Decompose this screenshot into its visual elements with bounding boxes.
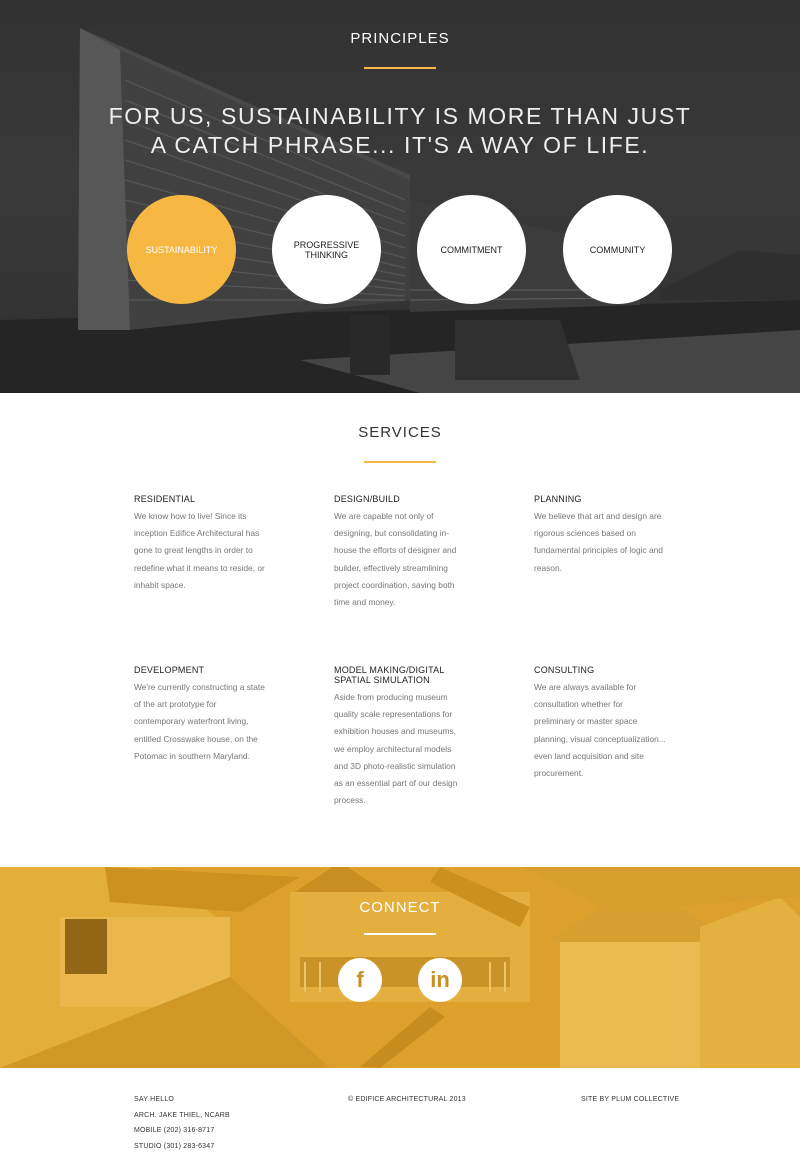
- service-model-making: MODEL MAKING/DIGITAL SPATIAL SIMULATION …: [334, 665, 466, 809]
- service-design-build: DESIGN/BUILD We are capable not only of …: [334, 494, 466, 611]
- connect-section: CONNECT f in: [0, 867, 800, 1068]
- title-underline: [364, 933, 436, 935]
- service-planning: PLANNING We believe that art and design …: [534, 494, 666, 577]
- pill-label: PROGRESSIVE THINKING: [293, 239, 360, 260]
- footer-credit: SITE BY PLUM COLLECTIVE: [581, 1092, 679, 1108]
- principle-pill-community[interactable]: COMMUNITY: [563, 195, 672, 304]
- principle-pill-progressive-thinking[interactable]: PROGRESSIVE THINKING: [272, 195, 381, 304]
- model-photo-background: [0, 867, 800, 1068]
- service-title: DESIGN/BUILD: [334, 494, 400, 504]
- pill-label: COMMUNITY: [589, 244, 646, 255]
- service-description: We are always available for consultation…: [534, 682, 666, 779]
- service-description: We're currently constructing a state of …: [134, 682, 265, 761]
- contact-name: ARCH. JAKE THIEL, NCARB: [134, 1111, 230, 1119]
- tagline-line-1: FOR US, SUSTAINABILITY IS MORE THAN JUST: [108, 103, 692, 129]
- principle-pill-commitment[interactable]: COMMITMENT: [417, 195, 526, 304]
- pill-label: SUSTAINABILITY: [145, 244, 218, 255]
- services-section: SERVICES RESIDENTIAL We know how to live…: [0, 393, 800, 867]
- pill-label: COMMITMENT: [440, 244, 503, 255]
- facebook-icon: f: [356, 967, 364, 992]
- service-title: RESIDENTIAL: [134, 494, 196, 504]
- footer: SAY HELLO ARCH. JAKE THIEL, NCARB MOBILE…: [0, 1068, 800, 1169]
- service-title: PLANNING: [534, 494, 582, 504]
- linkedin-link[interactable]: in: [418, 958, 462, 1002]
- footer-copyright: © EDIFICE ARCHITECTURAL 2013: [348, 1092, 466, 1108]
- principles-title: PRINCIPLES: [350, 30, 450, 47]
- footer-contact: SAY HELLO ARCH. JAKE THIEL, NCARB MOBILE…: [134, 1092, 230, 1154]
- principles-section: PRINCIPLES FOR US, SUSTAINABILITY IS MOR…: [0, 0, 800, 393]
- service-description: Aside from producing museum quality scal…: [334, 692, 458, 806]
- facebook-link[interactable]: f: [338, 958, 382, 1002]
- say-hello-heading: SAY HELLO: [134, 1096, 175, 1103]
- connect-title: CONNECT: [359, 899, 441, 916]
- service-title: MODEL MAKING/DIGITAL SPATIAL SIMULATION: [334, 665, 445, 685]
- studio-phone[interactable]: STUDIO (301) 283-6347: [134, 1139, 230, 1155]
- tagline-line-2: A CATCH PHRASE... IT'S A WAY OF LIFE.: [150, 132, 650, 158]
- service-title: CONSULTING: [534, 665, 595, 675]
- building-photo-background: [0, 0, 800, 393]
- principles-tagline: FOR US, SUSTAINABILITY IS MORE THAN JUST…: [0, 102, 800, 160]
- copyright-text: © EDIFICE ARCHITECTURAL 2013: [348, 1096, 466, 1103]
- services-title: SERVICES: [358, 424, 442, 441]
- service-title: DEVELOPMENT: [134, 665, 205, 675]
- service-development: DEVELOPMENT We're currently constructing…: [134, 665, 266, 765]
- service-description: We believe that art and design are rigor…: [534, 511, 663, 573]
- principle-pill-sustainability[interactable]: SUSTAINABILITY: [127, 195, 236, 304]
- title-underline: [364, 461, 436, 463]
- linkedin-icon: in: [430, 967, 450, 992]
- service-description: We know how to live! Since its inception…: [134, 511, 265, 590]
- mobile-phone[interactable]: MOBILE (202) 316-8717: [134, 1123, 230, 1139]
- service-consulting: CONSULTING We are always available for c…: [534, 665, 666, 782]
- title-underline: [364, 67, 436, 69]
- site-credit-link[interactable]: SITE BY PLUM COLLECTIVE: [581, 1092, 679, 1108]
- service-description: We are capable not only of designing, bu…: [334, 511, 457, 608]
- service-residential: RESIDENTIAL We know how to live! Since i…: [134, 494, 266, 594]
